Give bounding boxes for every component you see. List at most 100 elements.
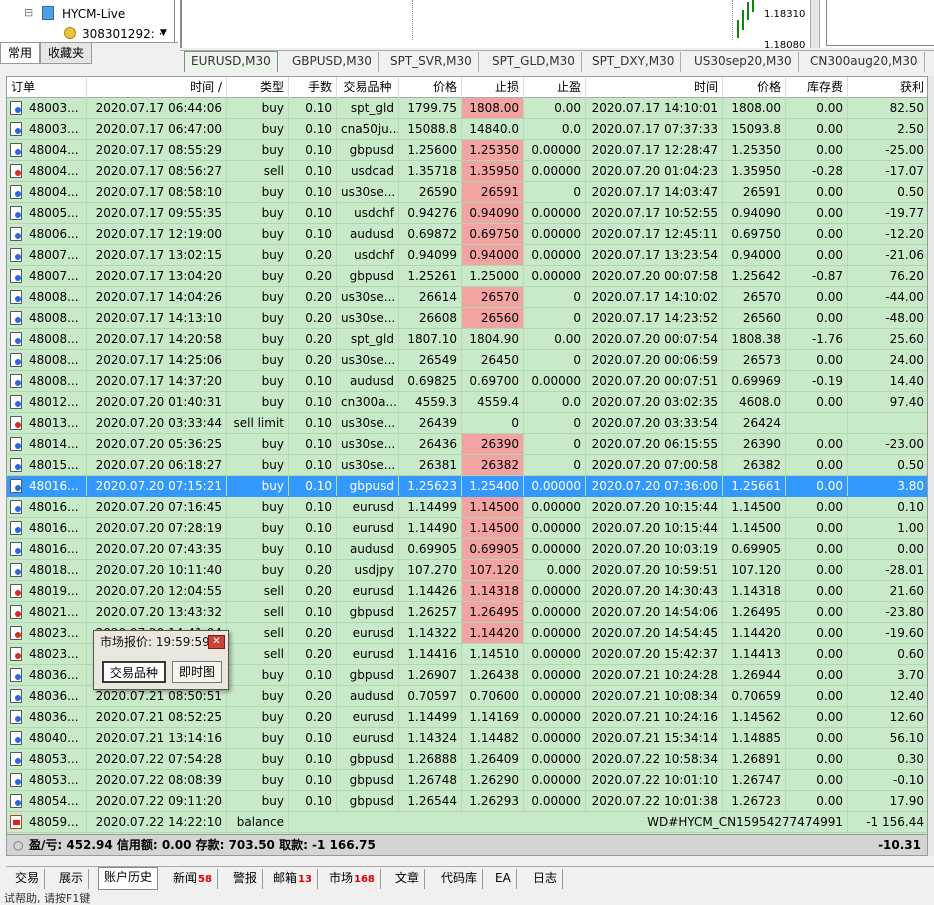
- cell-price: 1.26907: [399, 665, 462, 685]
- balance-row[interactable]: 48059... 2020.07.22 14:22:10 balance WD#HYC…: [7, 812, 927, 833]
- terminal-tab[interactable]: 市场168: [324, 869, 381, 889]
- account-server-label[interactable]: HYCM-Live: [62, 7, 125, 21]
- trade-icon: [10, 206, 22, 220]
- cell-lots: 0.20: [289, 581, 337, 601]
- table-row[interactable]: 48016... 2020.07.20 07:15:21 buy 0.10 gbpusd…: [7, 476, 927, 497]
- table-row[interactable]: 48008... 2020.07.17 14:20:58 buy 0.20 spt_gl…: [7, 329, 927, 350]
- chart-tab[interactable]: EURUSD,M30: [184, 51, 278, 72]
- cell-profit: 0.10: [848, 497, 927, 517]
- table-row[interactable]: 48005... 2020.07.17 09:55:35 buy 0.10 usdchf…: [7, 203, 927, 224]
- terminal-tab[interactable]: 交易: [10, 869, 46, 889]
- table-row[interactable]: 48008... 2020.07.17 14:37:20 buy 0.10 audusd…: [7, 371, 927, 392]
- cell-open-time: 2020.07.20 07:16:45: [87, 497, 227, 517]
- table-row[interactable]: 48040... 2020.07.21 13:14:16 buy 0.10 eurusd…: [7, 728, 927, 749]
- chart-tab[interactable]: CN300aug20,M30: [804, 52, 925, 72]
- chart-tab[interactable]: GBPUSD,M30: [286, 52, 379, 72]
- popup-tab-tick-chart[interactable]: 即时图: [172, 661, 223, 683]
- cell-close-price: 26573: [723, 350, 786, 370]
- table-row[interactable]: 48018... 2020.07.20 10:11:40 buy 0.20 usdjpy…: [7, 560, 927, 581]
- chart-tab[interactable]: US30sep20,M30: [688, 52, 799, 72]
- cell-open-time: 2020.07.17 12:19:00: [87, 224, 227, 244]
- chart-tab[interactable]: SPT_SVR,M30: [384, 52, 479, 72]
- table-row[interactable]: 48016... 2020.07.20 07:16:45 buy 0.10 eurusd…: [7, 497, 927, 518]
- cell-close-time: 2020.07.20 14:54:45: [586, 623, 723, 643]
- account-number-label[interactable]: 308301292: ·: [82, 27, 162, 41]
- cell-sl: 1.14500: [462, 497, 524, 517]
- cell-symbol: gbpusd: [337, 665, 399, 685]
- tree-expander-icon[interactable]: ⊟: [24, 6, 33, 19]
- cell-symbol: gbpusd: [337, 791, 399, 811]
- cell-profit: 2.50: [848, 119, 927, 139]
- column-header[interactable]: 手数: [289, 77, 337, 98]
- table-row[interactable]: 48003... 2020.07.17 06:47:00 buy 0.10 cna50j…: [7, 119, 927, 140]
- table-row[interactable]: 48008... 2020.07.17 14:25:06 buy 0.20 us30se…: [7, 350, 927, 371]
- navigator-tab-common[interactable]: 常用: [0, 43, 41, 64]
- terminal-tab[interactable]: 代码库: [436, 869, 484, 889]
- table-row[interactable]: 48004... 2020.07.17 08:55:29 buy 0.10 gbpusd…: [7, 140, 927, 161]
- table-row[interactable]: 48004... 2020.07.17 08:58:10 buy 0.10 us30se…: [7, 182, 927, 203]
- terminal-tab[interactable]: 邮箱13: [268, 869, 318, 889]
- table-row[interactable]: 48016... 2020.07.20 07:28:19 buy 0.10 eurusd…: [7, 518, 927, 539]
- table-row[interactable]: 48015... 2020.07.20 06:18:27 buy 0.10 us30se…: [7, 455, 927, 476]
- chart-tab[interactable]: SPT_DXY,M30: [586, 52, 682, 72]
- terminal-tab[interactable]: 日志: [528, 869, 564, 889]
- scroll-down-icon[interactable]: ▼: [160, 28, 167, 38]
- cell-price: 1.14499: [399, 707, 462, 727]
- table-row[interactable]: 48053... 2020.07.22 07:54:28 buy 0.10 gbpusd…: [7, 749, 927, 770]
- table-scrollbar[interactable]: [928, 76, 934, 856]
- table-row[interactable]: 48054... 2020.07.22 09:11:20 buy 0.10 gbpusd…: [7, 791, 927, 812]
- table-row[interactable]: 48008... 2020.07.17 14:04:26 buy 0.20 us30se…: [7, 287, 927, 308]
- cell-tp: 0.00000: [524, 665, 586, 685]
- table-row[interactable]: 48007... 2020.07.17 13:04:20 buy 0.20 gbpusd…: [7, 266, 927, 287]
- terminal-tab[interactable]: 警报: [228, 869, 264, 889]
- terminal-tab[interactable]: EA: [490, 869, 517, 889]
- cell-swap: 0.00: [786, 518, 848, 538]
- table-row[interactable]: 48036... 2020.07.21 08:52:25 buy 0.20 eurusd…: [7, 707, 927, 728]
- close-icon[interactable]: ✕: [208, 635, 225, 649]
- column-header[interactable]: 库存费: [786, 77, 848, 98]
- table-row[interactable]: 48053... 2020.07.22 08:08:39 buy 0.10 gbpusd…: [7, 770, 927, 791]
- table-row[interactable]: 48007... 2020.07.17 13:02:15 buy 0.20 usdchf…: [7, 245, 927, 266]
- table-row[interactable]: 48006... 2020.07.17 12:19:00 buy 0.10 audusd…: [7, 224, 927, 245]
- column-header[interactable]: 时间: [586, 77, 723, 98]
- balance-amount: -1 156.44: [848, 812, 927, 832]
- terminal-tab[interactable]: 展示: [54, 869, 90, 889]
- column-header[interactable]: 交易品种: [337, 77, 399, 98]
- cell-tp: 0.00000: [524, 770, 586, 790]
- cell-close-time: 2020.07.17 14:23:52: [586, 308, 723, 328]
- terminal-tab[interactable]: 账户历史: [98, 867, 159, 890]
- cell-symbol: usdjpy: [337, 560, 399, 580]
- table-row[interactable]: 48013... 2020.07.20 03:33:44 sell limit 0.1…: [7, 413, 927, 434]
- terminal-tab[interactable]: 文章: [390, 869, 426, 889]
- trade-icon: [10, 164, 22, 178]
- table-row[interactable]: 48019... 2020.07.20 12:04:55 sell 0.20 eurus…: [7, 581, 927, 602]
- terminal-tab[interactable]: 新闻58: [168, 869, 218, 889]
- popup-tab-symbols[interactable]: 交易品种: [102, 661, 167, 683]
- cell-open-time: 2020.07.20 10:11:40: [87, 560, 227, 580]
- column-header[interactable]: 时间 /: [87, 77, 227, 98]
- table-row[interactable]: 48014... 2020.07.20 05:36:25 buy 0.10 us30se…: [7, 434, 927, 455]
- cell-swap: 0.00: [786, 770, 848, 790]
- chart-tab[interactable]: SPT_GLD,M30: [486, 52, 582, 72]
- cell-close-price: 1.26944: [723, 665, 786, 685]
- table-row[interactable]: 48008... 2020.07.17 14:13:10 buy 0.20 us30se…: [7, 308, 927, 329]
- table-row[interactable]: 48004... 2020.07.17 08:56:27 sell 0.10 usdca…: [7, 161, 927, 182]
- column-header[interactable]: 价格: [723, 77, 786, 98]
- chart-scrollbar[interactable]: [810, 0, 820, 48]
- table-row[interactable]: 48016... 2020.07.20 07:43:35 buy 0.10 audusd…: [7, 539, 927, 560]
- column-header[interactable]: 止损: [462, 77, 524, 98]
- column-header[interactable]: 价格: [399, 77, 462, 98]
- cell-tp: 0.000: [524, 560, 586, 580]
- column-header[interactable]: 类型: [227, 77, 289, 98]
- cell-close-price: 1.25350: [723, 140, 786, 160]
- cell-swap: 0.00: [786, 665, 848, 685]
- table-row[interactable]: 48021... 2020.07.20 13:43:32 sell 0.10 gbpus…: [7, 602, 927, 623]
- column-header[interactable]: 订单: [7, 77, 87, 98]
- market-watch-popup[interactable]: 市场报价: 19:59:59 ✕ 交易品种 即时图: [93, 630, 229, 690]
- column-header[interactable]: 止盈: [524, 77, 586, 98]
- column-header[interactable]: 获利: [848, 77, 927, 98]
- cell-tp: 0.00: [524, 98, 586, 118]
- table-row[interactable]: 48012... 2020.07.20 01:40:31 buy 0.10 cn300a…: [7, 392, 927, 413]
- navigator-tab-favorites[interactable]: 收藏夹: [40, 43, 93, 64]
- table-row[interactable]: 48003... 2020.07.17 06:44:06 buy 0.10 spt_gl…: [7, 98, 927, 119]
